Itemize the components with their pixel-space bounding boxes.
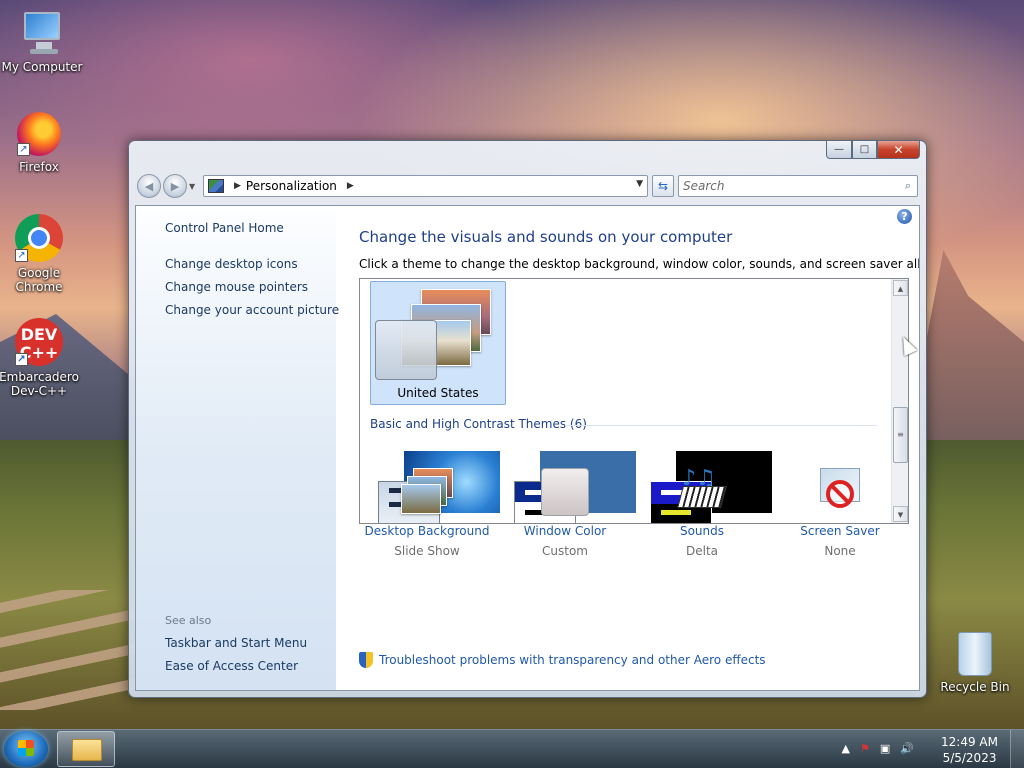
troubleshoot-aero-link[interactable]: Troubleshoot problems with transparency … xyxy=(379,653,766,667)
sidebar-link-ease-of-access[interactable]: Ease of Access Center xyxy=(165,659,298,673)
start-button[interactable] xyxy=(4,731,48,767)
screen-saver-icon xyxy=(812,468,868,518)
main-panel: ? Change the visuals and sounds on your … xyxy=(336,206,919,690)
help-icon[interactable]: ? xyxy=(897,209,912,224)
navigation-bar: ◀ ▶ ▼ ▶ Personalization ▶ ▼ ⇆ Search ⌕ xyxy=(137,173,918,199)
chrome-icon: ↗ xyxy=(15,214,63,262)
windows-logo-icon xyxy=(18,740,34,756)
back-button[interactable]: ◀ xyxy=(137,174,161,198)
desktop-icon-chrome[interactable]: ↗ Google Chrome xyxy=(0,214,81,294)
basic-themes-section-title: Basic and High Contrast Themes (6) xyxy=(370,417,587,431)
close-button[interactable]: ✕ xyxy=(877,141,920,159)
window-color-setting[interactable]: Window Color Custom xyxy=(495,468,635,558)
breadcrumb-personalization[interactable]: Personalization xyxy=(246,179,337,193)
show-hidden-icons-icon[interactable]: ▲ xyxy=(842,742,850,755)
setting-name[interactable]: Window Color xyxy=(495,524,635,538)
sidebar: Control Panel Home Change desktop icons … xyxy=(136,206,339,690)
desktop-icon-recycle-bin[interactable]: Recycle Bin xyxy=(933,632,1017,694)
maximize-button[interactable]: □ xyxy=(852,141,877,159)
volume-icon[interactable]: 🔊 xyxy=(900,742,914,755)
setting-value: Delta xyxy=(685,544,718,558)
breadcrumb-arrow-icon[interactable]: ▶ xyxy=(347,181,354,191)
sidebar-link-change-desktop-icons[interactable]: Change desktop icons xyxy=(165,257,298,271)
window-color-icon xyxy=(537,468,593,518)
system-tray: ▲ ⚑ ▣ 🔊 xyxy=(842,742,914,755)
see-also-label: See also xyxy=(165,614,212,627)
scroll-thumb[interactable]: ≡ xyxy=(893,407,908,463)
desktop-icon-label: Google Chrome xyxy=(15,266,63,294)
desktop-icon-label: Embarcadero Dev-C++ xyxy=(0,370,79,398)
setting-value: Custom xyxy=(542,544,588,558)
clock-date: 5/5/2023 xyxy=(942,751,997,765)
sounds-icon: ♪♫ xyxy=(674,466,730,518)
address-bar[interactable]: ▶ Personalization ▶ ▼ xyxy=(203,175,648,197)
content-pane: Control Panel Home Change desktop icons … xyxy=(135,205,920,691)
theme-label: United States xyxy=(397,386,479,400)
taskbar-explorer-button[interactable] xyxy=(57,731,115,767)
desktop-icon-label: Recycle Bin xyxy=(940,680,1010,694)
network-icon[interactable]: ▣ xyxy=(880,742,890,755)
shortcut-arrow-icon: ↗ xyxy=(17,143,30,156)
uac-shield-icon xyxy=(359,652,373,668)
clock-time: 12:49 AM xyxy=(941,735,998,749)
desktop-icon-my-computer[interactable]: My Computer xyxy=(0,8,84,74)
taskbar: ▲ ⚑ ▣ 🔊 12:49 AM 5/5/2023 xyxy=(0,729,1024,768)
refresh-icon[interactable]: ⇆ xyxy=(652,175,674,197)
page-title: Change the visuals and sounds on your co… xyxy=(359,228,733,246)
desktop-icon-label: Firefox xyxy=(19,160,59,174)
devcpp-icon: DEV C++ ↗ xyxy=(15,318,63,366)
address-dropdown-icon[interactable]: ▼ xyxy=(636,179,643,189)
personalization-window: — □ ✕ ◀ ▶ ▼ ▶ Personalization ▶ ▼ ⇆ Sear… xyxy=(128,140,927,698)
desktop-icon-devcpp[interactable]: DEV C++ ↗ Embarcadero Dev-C++ xyxy=(0,318,81,398)
sidebar-link-control-panel-home[interactable]: Control Panel Home xyxy=(165,221,284,235)
recycle-bin-icon xyxy=(958,632,992,676)
firefox-icon: ↗ xyxy=(17,112,61,156)
setting-name[interactable]: Screen Saver xyxy=(770,524,910,538)
theme-united-states[interactable]: United States xyxy=(370,281,506,405)
shortcut-arrow-icon: ↗ xyxy=(15,249,28,262)
theme-window-color-preview xyxy=(375,320,437,380)
recent-pages-dropdown[interactable]: ▼ xyxy=(189,182,199,191)
setting-value: Slide Show xyxy=(394,544,460,558)
control-panel-icon xyxy=(208,179,224,193)
breadcrumb-arrow-icon[interactable]: ▶ xyxy=(234,181,241,191)
screen-saver-setting[interactable]: Screen Saver None xyxy=(770,468,910,558)
folder-icon xyxy=(72,739,102,761)
desktop-icon-label: My Computer xyxy=(1,60,83,74)
search-icon[interactable]: ⌕ xyxy=(905,179,911,193)
shortcut-arrow-icon: ↗ xyxy=(15,353,28,366)
desktop-background-icon xyxy=(399,468,455,518)
setting-name[interactable]: Desktop Background xyxy=(357,524,497,538)
page-description: Click a theme to change the desktop back… xyxy=(359,257,920,271)
section-divider xyxy=(565,425,877,426)
desktop-background-setting[interactable]: Desktop Background Slide Show xyxy=(357,468,497,558)
my-computer-icon xyxy=(18,8,66,56)
scroll-up-button[interactable]: ▲ xyxy=(893,280,908,296)
sidebar-link-taskbar-start-menu[interactable]: Taskbar and Start Menu xyxy=(165,636,307,650)
desktop-icon-firefox[interactable]: ↗ Firefox xyxy=(0,112,81,174)
minimize-button[interactable]: — xyxy=(826,141,852,159)
setting-name[interactable]: Sounds xyxy=(632,524,772,538)
show-desktop-button[interactable] xyxy=(1010,730,1024,768)
clock[interactable]: 12:49 AM 5/5/2023 xyxy=(941,734,998,766)
search-placeholder: Search xyxy=(683,179,725,193)
setting-value: None xyxy=(824,544,856,558)
title-buttons: — □ ✕ xyxy=(826,141,920,159)
forward-button[interactable]: ▶ xyxy=(163,174,187,198)
search-input[interactable]: Search ⌕ xyxy=(678,175,918,197)
sidebar-link-change-mouse-pointers[interactable]: Change mouse pointers xyxy=(165,280,308,294)
action-center-flag-icon[interactable]: ⚑ xyxy=(860,742,870,755)
sounds-setting[interactable]: ♪♫ Sounds Delta xyxy=(632,466,772,558)
sidebar-link-change-account-picture[interactable]: Change your account picture xyxy=(165,303,339,317)
